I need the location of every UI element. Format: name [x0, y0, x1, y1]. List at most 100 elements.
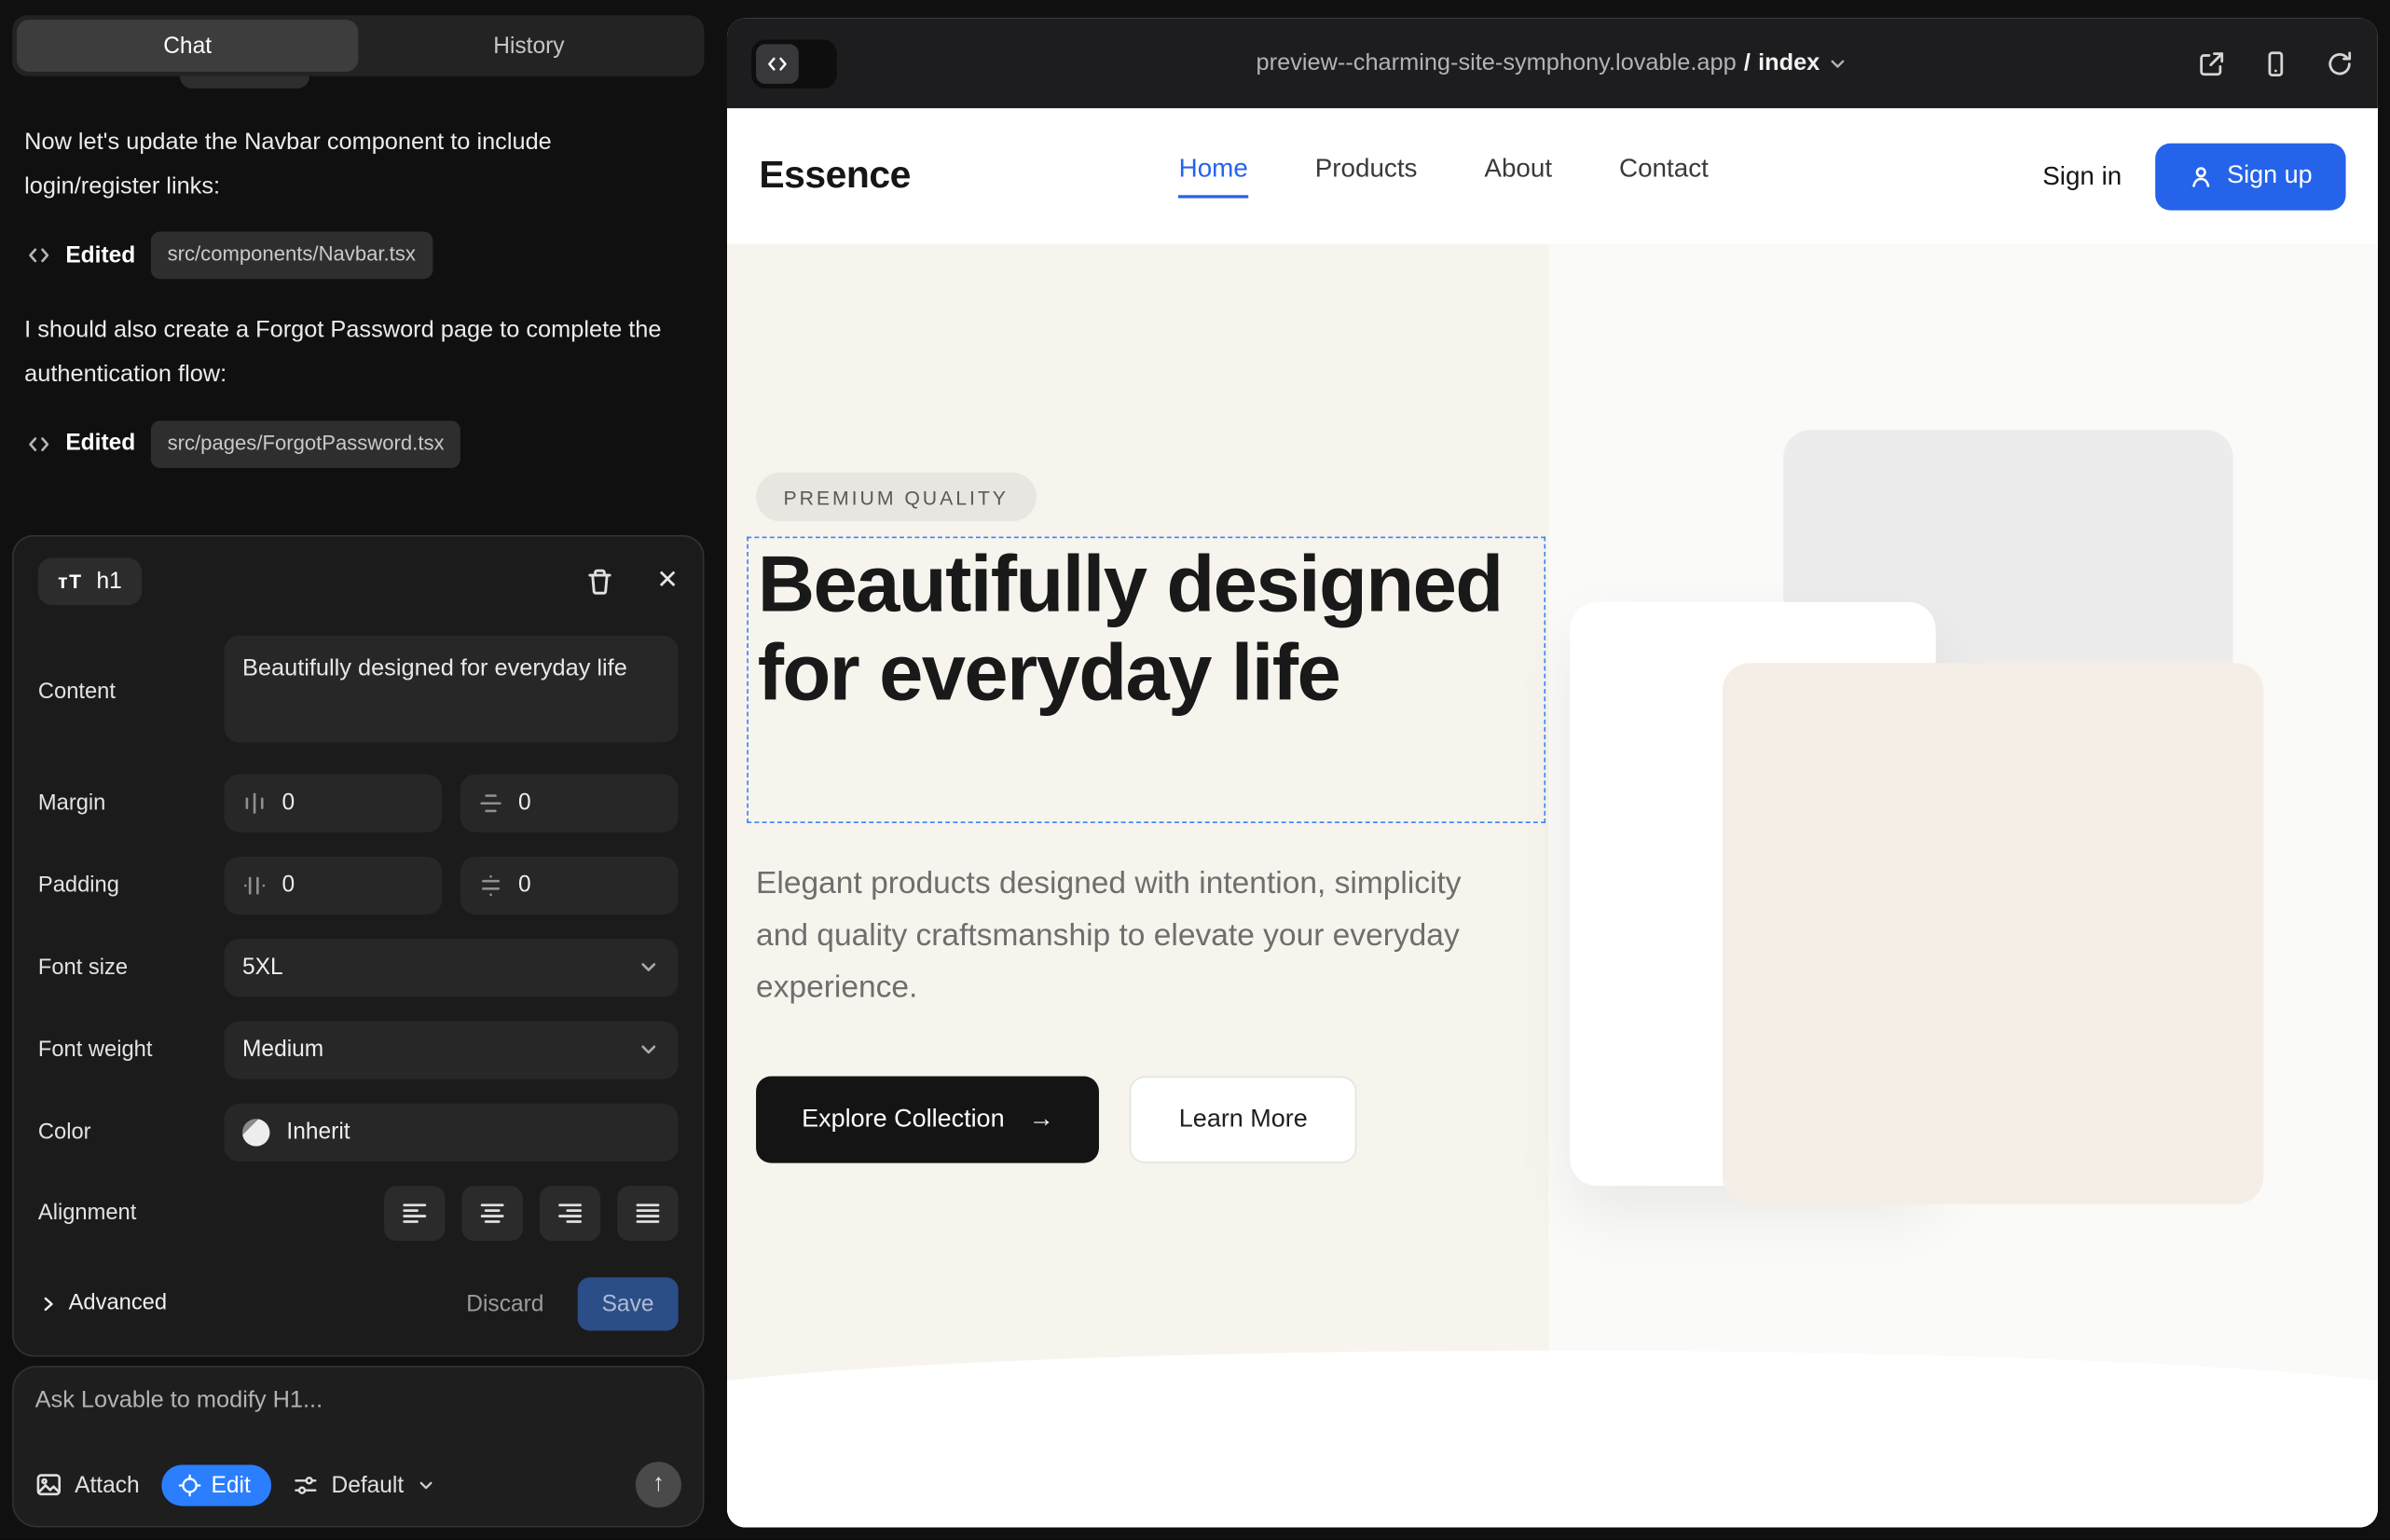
send-button[interactable]: ↑ [636, 1462, 681, 1507]
code-preview-toggle[interactable] [751, 39, 837, 88]
font-size-row: Font size 5XL [38, 939, 679, 997]
chevron-down-icon [1827, 52, 1848, 74]
panel-tabs: Chat History [12, 15, 704, 76]
color-label: Color [38, 1120, 224, 1144]
open-external-button[interactable] [2198, 49, 2225, 76]
code-icon [27, 244, 50, 268]
attach-label: Attach [75, 1472, 140, 1498]
url-page: index [1758, 49, 1820, 76]
sliders-icon [294, 1472, 320, 1498]
user-icon [2189, 164, 2213, 188]
decor-rect-cream [1723, 663, 2263, 1203]
element-tag-label: h1 [97, 568, 122, 594]
color-row: Color Inherit [38, 1103, 679, 1161]
nav-link-contact[interactable]: Contact [1619, 154, 1709, 198]
model-selector[interactable]: Default [294, 1472, 436, 1498]
preview-view-segment[interactable] [799, 44, 832, 84]
font-size-value: 5XL [242, 955, 283, 981]
edited-file-row[interactable]: Edited src/components/Navbar.tsx [27, 232, 692, 280]
margin-x-input[interactable] [224, 774, 442, 832]
padding-vertical-icon [478, 873, 502, 897]
close-icon[interactable]: ✕ [656, 566, 678, 597]
hero-subtext: Elegant products designed with intention… [756, 859, 1506, 1015]
font-weight-label: Font weight [38, 1038, 224, 1062]
hero-headline[interactable]: Beautifully designed for everyday life [749, 538, 1545, 722]
editor-header: тT h1 ✕ [38, 557, 679, 605]
align-left-icon [401, 1199, 428, 1226]
element-editor-panel: тT h1 ✕ Content Beautifully designed for… [12, 534, 704, 1355]
nav-link-about[interactable]: About [1484, 154, 1552, 198]
color-select[interactable]: Inherit [224, 1103, 678, 1161]
premium-quality-badge: PREMIUM QUALITY [756, 473, 1036, 521]
default-label: Default [331, 1472, 404, 1498]
app-window: Chat History Now let's update the Navbar… [0, 0, 2390, 1540]
nav-link-home[interactable]: Home [1179, 154, 1248, 198]
refresh-icon [2326, 49, 2353, 76]
discard-button[interactable]: Discard [466, 1290, 543, 1316]
chat-input[interactable] [35, 1387, 681, 1451]
image-icon [35, 1471, 62, 1498]
font-weight-value: Medium [242, 1037, 323, 1063]
attach-button[interactable]: Attach [35, 1471, 140, 1498]
padding-label: Padding [38, 873, 224, 897]
font-weight-row: Font weight Medium [38, 1021, 679, 1079]
align-right-button[interactable] [540, 1186, 600, 1241]
sign-up-button[interactable]: Sign up [2155, 143, 2345, 210]
content-row: Content Beautifully designed for everyda… [38, 635, 679, 749]
file-badge[interactable]: src/pages/ForgotPassword.tsx [151, 420, 461, 468]
advanced-toggle[interactable]: Advanced [38, 1291, 167, 1315]
refresh-button[interactable] [2326, 49, 2353, 76]
code-view-segment[interactable] [756, 44, 799, 84]
tab-chat[interactable]: Chat [17, 20, 358, 72]
url-bar[interactable]: preview--charming-site-symphony.lovable.… [1257, 49, 1849, 76]
font-size-label: Font size [38, 956, 224, 980]
site-navbar: Essence Home Products About Contact Sign… [727, 108, 2378, 244]
chevron-down-icon [638, 1038, 661, 1062]
typography-icon: тT [58, 570, 83, 593]
chat-input-toolbar: Attach Edit Default [35, 1462, 681, 1507]
assistant-message: I should also create a Forgot Password p… [24, 309, 680, 397]
font-size-select[interactable]: 5XL [224, 939, 678, 997]
padding-row: Padding [38, 856, 679, 914]
edit-mode-button[interactable]: Edit [161, 1464, 272, 1506]
url-domain: preview--charming-site-symphony.lovable.… [1257, 49, 1737, 76]
content-label: Content [38, 681, 224, 705]
spacing-vertical-icon [478, 791, 502, 815]
sign-up-label: Sign up [2227, 161, 2313, 190]
hero-bottom-curve [727, 1351, 2378, 1528]
content-input[interactable]: Beautifully designed for everyday life [224, 635, 678, 741]
edited-file-row[interactable]: Edited src/pages/ForgotPassword.tsx [27, 420, 692, 468]
hero-cta-row: Explore Collection → Learn More [756, 1076, 1356, 1162]
site-preview: Essence Home Products About Contact Sign… [727, 108, 2378, 1527]
nav-link-products[interactable]: Products [1315, 154, 1418, 198]
element-selection-outline[interactable]: Beautifully designed for everyday life [747, 537, 1545, 823]
color-swatch [242, 1119, 269, 1146]
alignment-label: Alignment [38, 1201, 224, 1225]
smartphone-icon [2262, 49, 2289, 76]
align-center-button[interactable] [461, 1186, 522, 1241]
learn-more-button[interactable]: Learn More [1130, 1076, 1356, 1162]
chat-input-box: Attach Edit Default [12, 1366, 704, 1527]
font-weight-select[interactable]: Medium [224, 1021, 678, 1079]
site-nav-links: Home Products About Contact [1179, 154, 1709, 198]
chevron-right-icon [38, 1294, 58, 1313]
sign-in-link[interactable]: Sign in [2042, 161, 2122, 192]
align-justify-icon [634, 1199, 661, 1226]
padding-x-input[interactable] [224, 856, 442, 914]
chevron-down-icon [638, 956, 661, 979]
mobile-view-button[interactable] [2262, 49, 2289, 76]
element-tag-chip[interactable]: тT h1 [38, 557, 142, 605]
assistant-message: Now let's update the Navbar component to… [24, 122, 680, 210]
save-button[interactable]: Save [577, 1277, 678, 1330]
align-left-button[interactable] [384, 1186, 445, 1241]
align-justify-button[interactable] [617, 1186, 678, 1241]
padding-y-input[interactable] [460, 856, 679, 914]
margin-y-input[interactable] [460, 774, 679, 832]
target-icon [178, 1473, 201, 1496]
file-badge[interactable]: src/components/Navbar.tsx [151, 232, 433, 280]
delete-element-button[interactable] [585, 567, 614, 596]
explore-collection-button[interactable]: Explore Collection → [756, 1076, 1100, 1162]
tab-history[interactable]: History [358, 20, 699, 72]
align-center-icon [478, 1199, 505, 1226]
site-logo[interactable]: Essence [759, 154, 910, 198]
